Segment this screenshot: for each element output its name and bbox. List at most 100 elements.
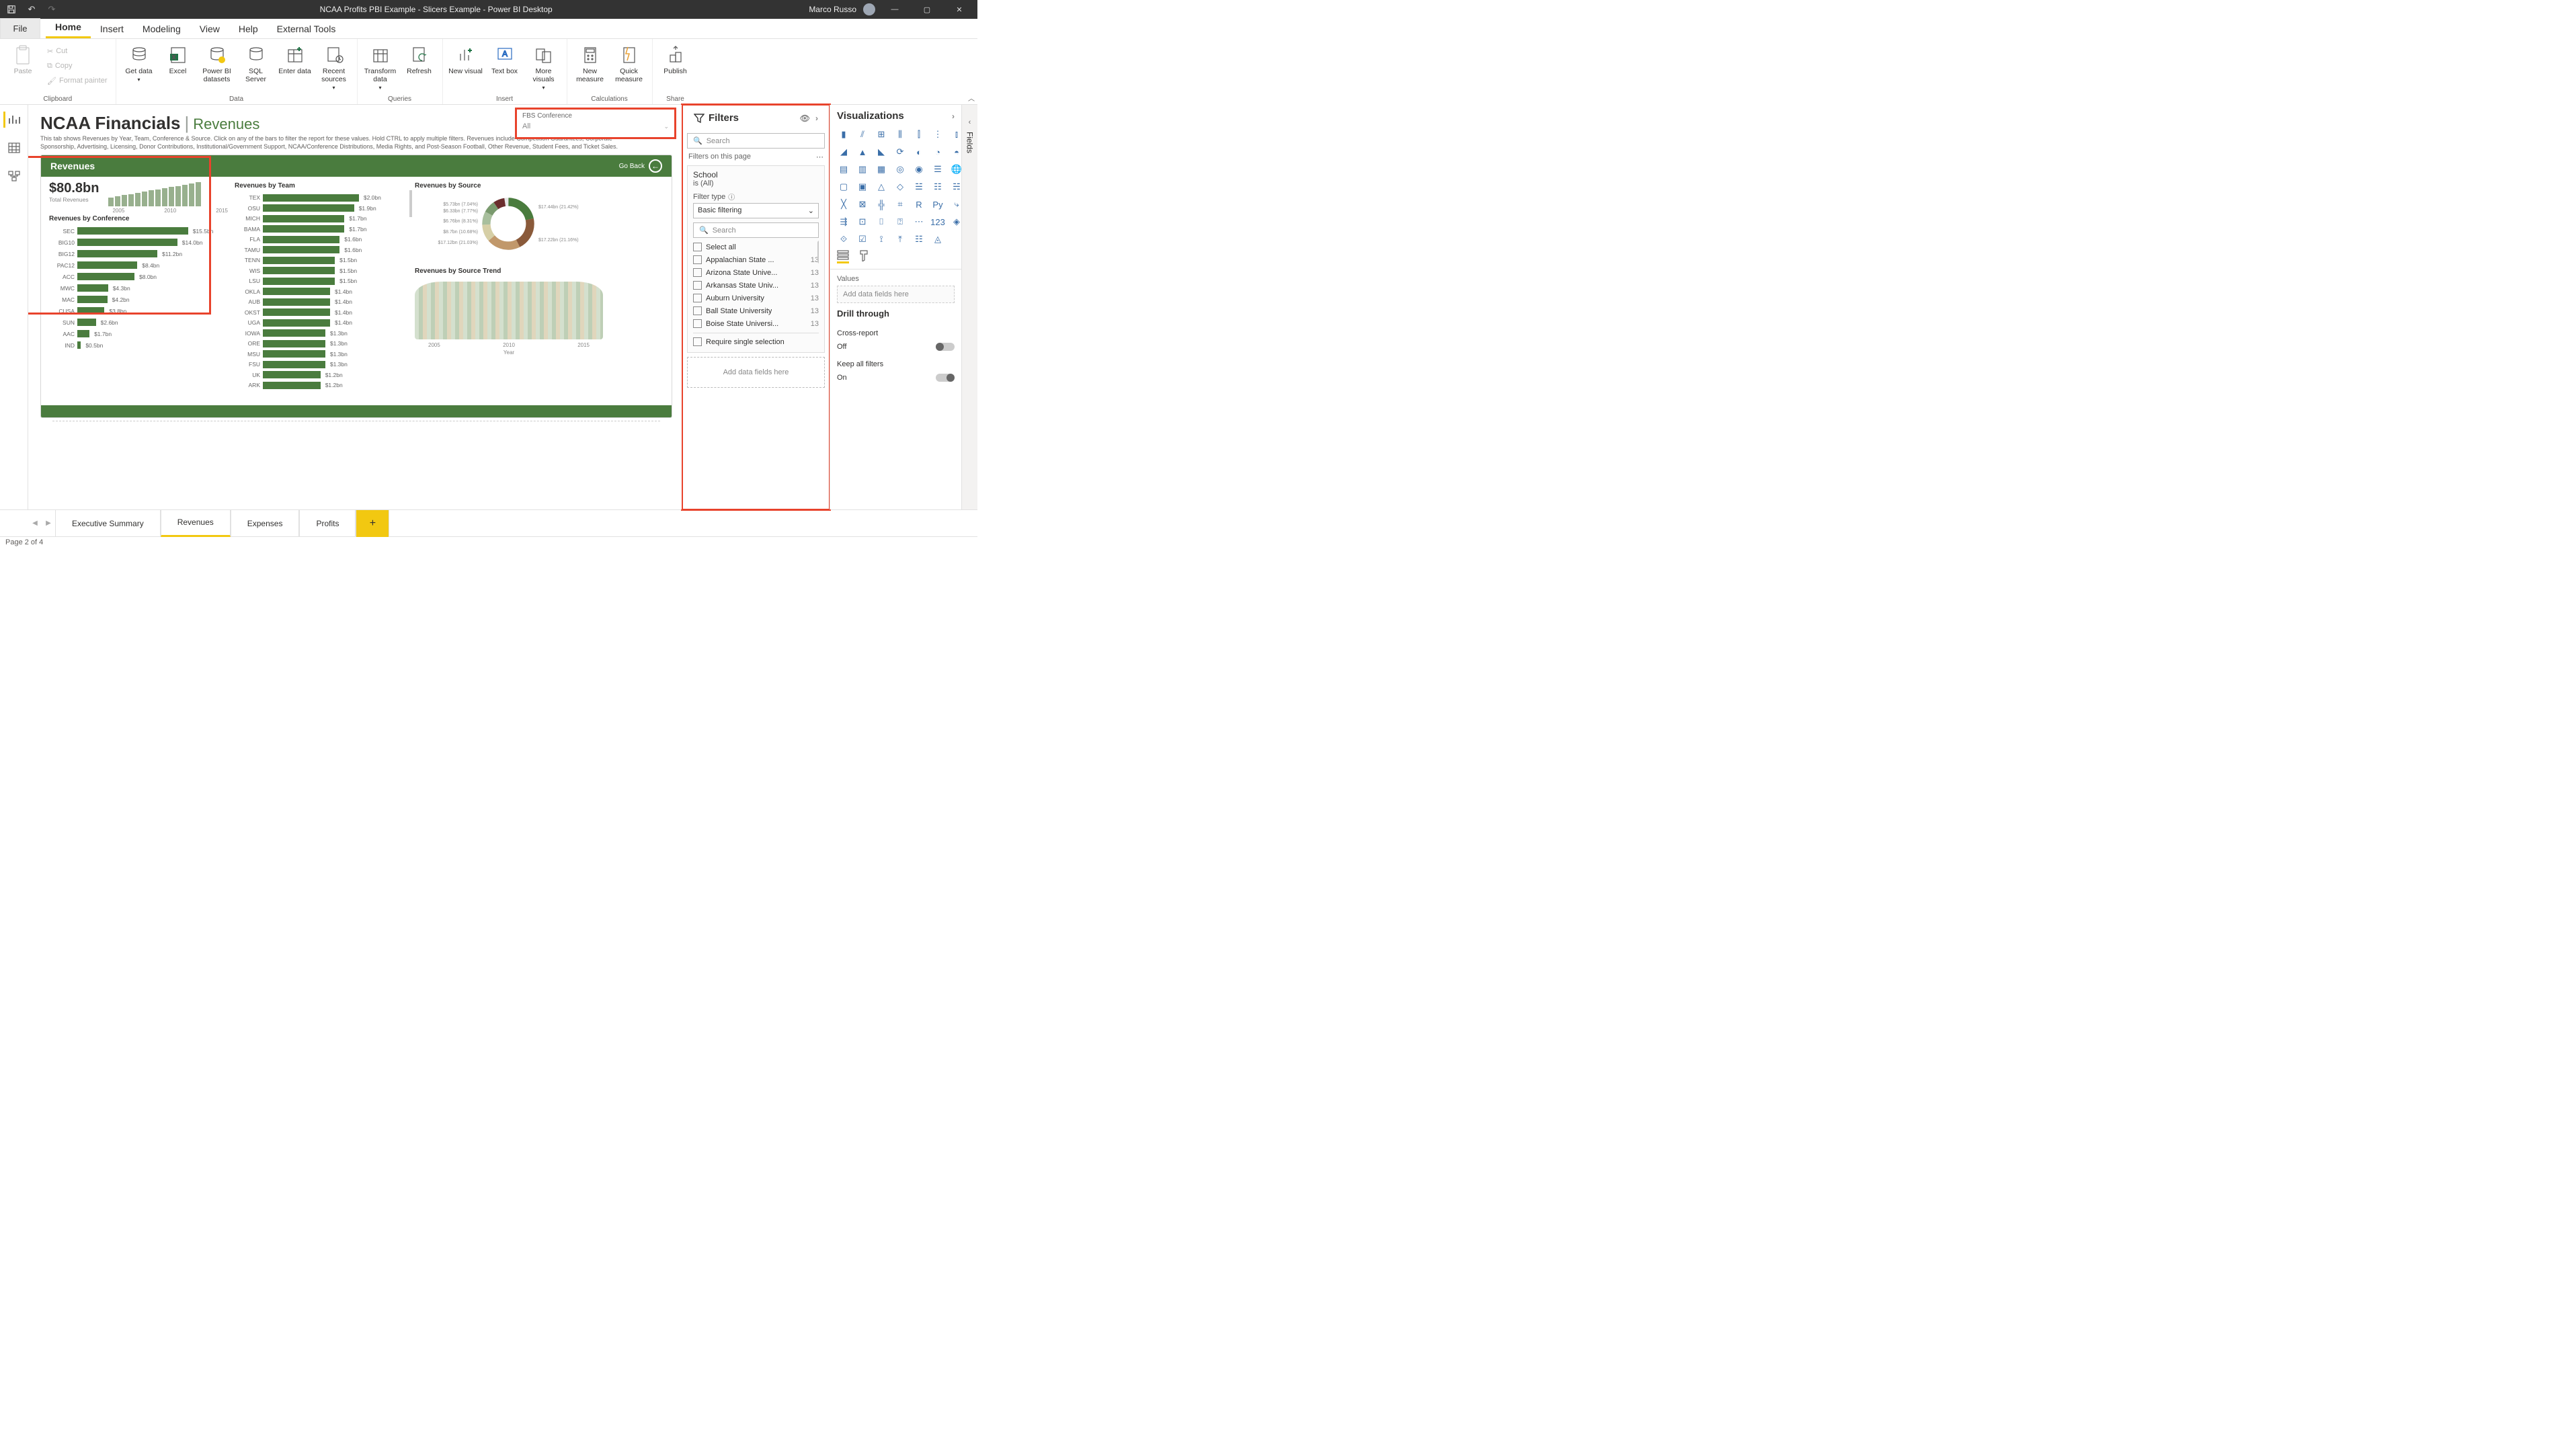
info-icon[interactable]: ⓘ [728, 192, 735, 202]
viz-type-icon[interactable]: ▢ [836, 179, 852, 194]
viz-type-icon[interactable]: ⇶ [836, 214, 852, 229]
format-tab-icon[interactable] [858, 249, 869, 263]
avatar[interactable] [863, 3, 875, 15]
viz-type-icon[interactable]: ⟟ [873, 232, 889, 247]
viz-type-icon[interactable]: ◉ [911, 162, 927, 177]
page-tab-profits[interactable]: Profits [299, 510, 356, 537]
minimize-button[interactable]: — [882, 0, 908, 19]
filter-value[interactable]: Appalachian State ...13 [693, 253, 819, 266]
report-canvas[interactable]: NCAA Financials|Revenues This tab shows … [28, 105, 682, 509]
viz-type-icon[interactable]: ▲ [854, 144, 871, 159]
viz-type-icon[interactable]: ⟳ [892, 144, 908, 159]
viz-type-icon[interactable]: ▣ [854, 179, 871, 194]
slicer-fbs-conference[interactable]: FBS Conference All⌄ [515, 108, 676, 139]
viz-type-icon[interactable]: ◐ [911, 144, 927, 159]
chevron-right-icon[interactable]: › [815, 114, 818, 123]
chart-trend[interactable] [415, 282, 603, 339]
bar-row[interactable]: MICH$1.7bn [235, 213, 411, 224]
viz-type-icon[interactable]: ⫽ [854, 127, 871, 142]
bar-row[interactable]: OKST$1.4bn [235, 307, 411, 318]
add-page-button[interactable]: + [356, 510, 389, 537]
cross-report-toggle[interactable] [936, 343, 955, 351]
viz-type-icon[interactable]: ⫼ [892, 127, 908, 142]
filter-value[interactable]: Ball State University13 [693, 304, 819, 317]
viz-type-icon[interactable]: ⋮ [930, 127, 946, 142]
new-measure-button[interactable]: New measure [573, 43, 608, 83]
tab-view[interactable]: View [190, 19, 229, 38]
new-visual-button[interactable]: New visual [448, 43, 483, 75]
viz-type-icon[interactable]: ⊡ [854, 214, 871, 229]
viz-type-icon[interactable]: ⤒ [892, 232, 908, 247]
bar-row[interactable]: ARK$1.2bn [235, 380, 411, 390]
add-filter-fields[interactable]: Add data fields here [687, 357, 825, 388]
filter-value[interactable]: Select all [693, 241, 819, 253]
excel-button[interactable]: XExcel [161, 43, 196, 75]
bar-row[interactable]: BIG12$11.2bn [49, 248, 231, 259]
viz-type-icon[interactable]: ☷ [930, 179, 946, 194]
fields-tab-icon[interactable] [837, 249, 849, 263]
next-page-button[interactable]: ▶ [42, 520, 55, 527]
page-tab-executive-summary[interactable]: Executive Summary [55, 510, 161, 537]
filter-values-search[interactable]: 🔍Search [693, 222, 819, 238]
viz-type-icon[interactable]: ☰ [930, 162, 946, 177]
bar-row[interactable]: WIS$1.5bn [235, 265, 411, 276]
undo-icon[interactable]: ↶ [24, 2, 39, 17]
tab-home[interactable]: Home [46, 17, 91, 38]
viz-type-icon[interactable]: ⍰ [892, 214, 908, 229]
transform-data-button[interactable]: Transform data▾ [363, 43, 398, 91]
filter-value[interactable]: Auburn University13 [693, 292, 819, 304]
bar-row[interactable]: BIG10$14.0bn [49, 237, 231, 248]
eye-icon[interactable]: 👁 [800, 114, 810, 123]
filters-search[interactable]: 🔍Search [687, 133, 825, 149]
fields-pane-collapsed[interactable]: ‹ Fields [961, 105, 977, 509]
sql-server-button[interactable]: SQL Server [239, 43, 274, 83]
prev-page-button[interactable]: ◀ [28, 520, 42, 527]
tab-modeling[interactable]: Modeling [133, 19, 190, 38]
bar-row[interactable]: TEX$2.0bn [235, 192, 411, 203]
copy-button[interactable]: ⧉Copy [44, 59, 110, 73]
bar-row[interactable]: ORE$1.3bn [235, 338, 411, 349]
more-visuals-button[interactable]: More visuals▾ [526, 43, 561, 91]
viz-type-icon[interactable]: ╬ [873, 197, 889, 212]
go-back-button[interactable]: Go Back← [619, 159, 662, 173]
text-box-button[interactable]: AText box [487, 43, 522, 75]
bar-row[interactable]: FSU$1.3bn [235, 359, 411, 370]
get-data-button[interactable]: Get data▾ [122, 43, 157, 83]
tab-help[interactable]: Help [229, 19, 268, 38]
bar-row[interactable]: UGA$1.4bn [235, 317, 411, 328]
viz-type-icon[interactable]: ◬ [930, 232, 946, 247]
viz-type-icon[interactable]: ⌗ [892, 197, 908, 212]
report-view-button[interactable] [3, 112, 22, 128]
bar-row[interactable]: UK$1.2bn [235, 370, 411, 380]
viz-type-icon[interactable]: ☷ [911, 232, 927, 247]
file-tab[interactable]: File [0, 18, 40, 38]
bar-row[interactable]: ACC$8.0bn [49, 271, 231, 282]
viz-type-icon[interactable]: ◎ [892, 162, 908, 177]
bar-row[interactable]: SEC$15.5bn [49, 225, 231, 237]
bar-row[interactable]: AAC$1.7bn [49, 328, 231, 339]
require-single-selection[interactable]: Require single selection [693, 337, 784, 346]
chart-by-team[interactable]: TEX$2.0bnOSU$1.9bnMICH$1.7bnBAMA$1.7bnFL… [235, 192, 411, 390]
bar-row[interactable]: IOWA$1.3bn [235, 328, 411, 339]
tab-external-tools[interactable]: External Tools [268, 19, 346, 38]
viz-type-icon[interactable]: ⊠ [854, 197, 871, 212]
tab-insert[interactable]: Insert [91, 19, 133, 38]
viz-type-icon[interactable]: ◢ [836, 144, 852, 159]
filter-values-list[interactable]: Select allAppalachian State ...13Arizona… [693, 241, 819, 330]
bar-row[interactable]: MWC$4.3bn [49, 282, 231, 294]
data-view-button[interactable] [5, 140, 24, 156]
quick-measure-button[interactable]: Quick measure [612, 43, 647, 83]
viz-type-icon[interactable]: ◔ [930, 144, 946, 159]
viz-type-icon[interactable]: ▥ [854, 162, 871, 177]
viz-type-icon[interactable]: ⫿ [911, 127, 927, 142]
bar-row[interactable]: OSU$1.9bn [235, 203, 411, 214]
viz-type-icon[interactable]: ☱ [911, 179, 927, 194]
scrollbar[interactable] [817, 241, 819, 263]
chart-by-source[interactable]: $5.73bn (7.04%) $6.33bn (7.77%) $6.76bn … [415, 192, 603, 255]
maximize-button[interactable]: ▢ [914, 0, 940, 19]
bar-row[interactable]: MSU$1.3bn [235, 349, 411, 360]
viz-type-icon[interactable]: ▤ [836, 162, 852, 177]
filter-value[interactable]: Arizona State Unive...13 [693, 266, 819, 279]
scrollbar[interactable] [409, 190, 412, 217]
viz-type-icon[interactable]: ▦ [873, 162, 889, 177]
